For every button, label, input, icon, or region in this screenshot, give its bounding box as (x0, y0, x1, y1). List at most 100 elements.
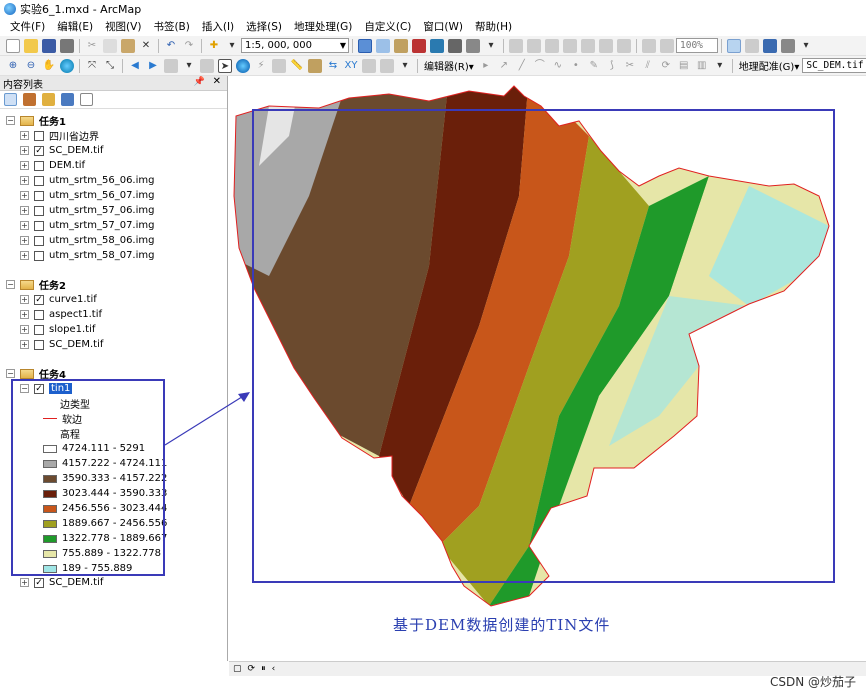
menu-file[interactable]: 文件(F) (4, 19, 51, 34)
layer-row[interactable]: + 四川省边界 (20, 128, 99, 143)
layer-group-row[interactable]: − 任务1 (6, 113, 66, 128)
pan-icon[interactable]: ✋ (42, 59, 56, 73)
find-route-icon[interactable]: ⇆ (326, 59, 340, 73)
layer-visibility-checkbox[interactable] (34, 309, 44, 320)
split-icon[interactable]: ⫽ (641, 59, 655, 73)
expand-toggle[interactable]: + (20, 176, 29, 185)
next-extent-layout-icon[interactable] (660, 38, 674, 53)
cut-polygons-icon[interactable]: ✂ (623, 59, 637, 73)
focus-data-frame-icon[interactable] (745, 38, 759, 53)
georeferencing-menu[interactable]: 地理配准(G)▾ (736, 58, 803, 73)
straight-segment-icon[interactable]: ╱ (515, 59, 529, 73)
layer-row[interactable]: + DEM.tif (20, 158, 85, 173)
measure-icon[interactable]: 📏 (290, 59, 304, 73)
time-slider-icon[interactable] (362, 58, 376, 73)
toc-options-icon[interactable] (80, 93, 93, 106)
trace-icon[interactable]: ∿ (551, 59, 565, 73)
layer-visibility-checkbox[interactable]: ✓ (34, 577, 44, 588)
full-extent-icon[interactable] (60, 58, 74, 73)
menu-help[interactable]: 帮助(H) (469, 19, 518, 34)
edit-annotation-icon[interactable]: ↗ (497, 59, 511, 73)
list-by-selection-icon[interactable] (61, 93, 74, 106)
end-point-arc-icon[interactable]: ⌒ (533, 59, 547, 73)
toggle-draft-mode-icon[interactable] (727, 38, 741, 53)
layer-row[interactable]: + aspect1.tif (20, 307, 102, 322)
edit-vertices-icon[interactable]: ✎ (587, 59, 601, 73)
expand-toggle[interactable]: + (20, 295, 29, 304)
save-icon[interactable] (42, 38, 56, 53)
expand-toggle[interactable]: + (20, 131, 29, 140)
search-window-icon[interactable] (412, 38, 426, 53)
delete-icon[interactable]: ✕ (139, 39, 153, 53)
change-layout-icon[interactable] (763, 38, 777, 53)
map-display[interactable] (229, 76, 866, 661)
data-driven-pages-icon[interactable] (781, 38, 795, 53)
copy-icon[interactable] (103, 38, 117, 53)
zoom-100-icon[interactable] (581, 38, 595, 53)
layer-visibility-checkbox[interactable] (34, 324, 44, 335)
chevron-down-icon[interactable]: ▾ (398, 59, 412, 73)
fixed-zoom-out-layout-icon[interactable] (617, 38, 631, 53)
rotate-icon[interactable]: ⟳ (659, 59, 673, 73)
open-folder-icon[interactable] (24, 38, 38, 53)
reshape-icon[interactable]: ⟆ (605, 59, 619, 73)
find-icon[interactable] (308, 58, 322, 73)
layer-visibility-checkbox[interactable] (34, 130, 44, 141)
cut-icon[interactable]: ✂ (85, 39, 99, 53)
expand-toggle[interactable]: + (20, 221, 29, 230)
paste-icon[interactable] (121, 38, 135, 53)
pause-drawing-icon[interactable]: ⏸ (261, 664, 266, 674)
edit-tool-icon[interactable]: ▸ (479, 59, 493, 73)
layer-row[interactable]: + ✓ SC_DEM.tif (20, 143, 103, 158)
pan-layout-icon[interactable] (545, 38, 559, 53)
menu-windows[interactable]: 窗口(W) (417, 19, 469, 34)
redo-icon[interactable]: ↷ (182, 39, 196, 53)
expand-toggle[interactable]: + (20, 578, 29, 587)
fixed-zoom-in-layout-icon[interactable] (599, 38, 613, 53)
menu-insert[interactable]: 插入(I) (196, 19, 240, 34)
python-window-icon[interactable] (448, 38, 462, 53)
menu-selection[interactable]: 选择(S) (240, 19, 288, 34)
zoom-in-icon[interactable]: ⊕ (6, 59, 20, 73)
menu-bookmarks[interactable]: 书签(B) (147, 19, 195, 34)
collapse-toggle[interactable]: − (6, 369, 15, 378)
expand-toggle[interactable]: + (20, 325, 29, 334)
tin-map-canvas[interactable] (229, 76, 866, 661)
print-icon[interactable] (60, 38, 74, 53)
layer-row[interactable]: + ✓ SC_DEM.tif (20, 575, 103, 590)
layer-visibility-checkbox[interactable]: ✓ (34, 294, 44, 305)
table-of-contents-icon[interactable] (376, 38, 390, 53)
chevron-down-icon[interactable]: ▾ (713, 59, 727, 73)
menu-geoprocessing[interactable]: 地理处理(G) (288, 19, 358, 34)
layer-visibility-checkbox[interactable] (34, 205, 44, 216)
menu-edit[interactable]: 编辑(E) (51, 19, 99, 34)
layer-visibility-checkbox[interactable] (34, 235, 44, 246)
go-to-xy-icon[interactable]: XY (344, 59, 358, 73)
list-by-drawing-order-icon[interactable] (4, 93, 17, 106)
hyperlink-icon[interactable]: ⚡ (254, 59, 268, 73)
layer-row[interactable]: + slope1.tif (20, 322, 95, 337)
model-builder-icon[interactable] (466, 38, 480, 53)
chevron-down-icon[interactable]: ▾ (484, 39, 498, 53)
identify-icon[interactable] (236, 58, 250, 73)
attributes-icon[interactable]: ▤ (677, 59, 691, 73)
scroll-left-icon[interactable]: ‹ (272, 664, 276, 674)
layer-visibility-checkbox[interactable] (34, 160, 44, 171)
layer-row[interactable]: + utm_srtm_58_06.img (20, 233, 154, 248)
layer-row[interactable]: + utm_srtm_57_06.img (20, 203, 154, 218)
arctoolbox-icon[interactable] (430, 38, 444, 53)
data-view-icon[interactable]: ▢ (233, 664, 242, 674)
list-by-source-icon[interactable] (23, 93, 36, 106)
zoom-out-layout-icon[interactable] (527, 38, 541, 53)
forward-arrow-icon[interactable]: ▶ (146, 59, 160, 73)
expand-toggle[interactable]: + (20, 340, 29, 349)
collapse-toggle[interactable]: − (6, 280, 15, 289)
zoom-in-layout-icon[interactable] (509, 38, 523, 53)
collapse-toggle[interactable]: − (6, 116, 15, 125)
layer-visibility-checkbox[interactable] (34, 339, 44, 350)
layer-group-row[interactable]: − 任务2 (6, 277, 66, 292)
expand-toggle[interactable]: + (20, 251, 29, 260)
undo-icon[interactable]: ↶ (164, 39, 178, 53)
map-scale-field[interactable]: 1:5, 000, 000 ▼ (241, 38, 349, 53)
catalog-icon[interactable] (394, 38, 408, 53)
